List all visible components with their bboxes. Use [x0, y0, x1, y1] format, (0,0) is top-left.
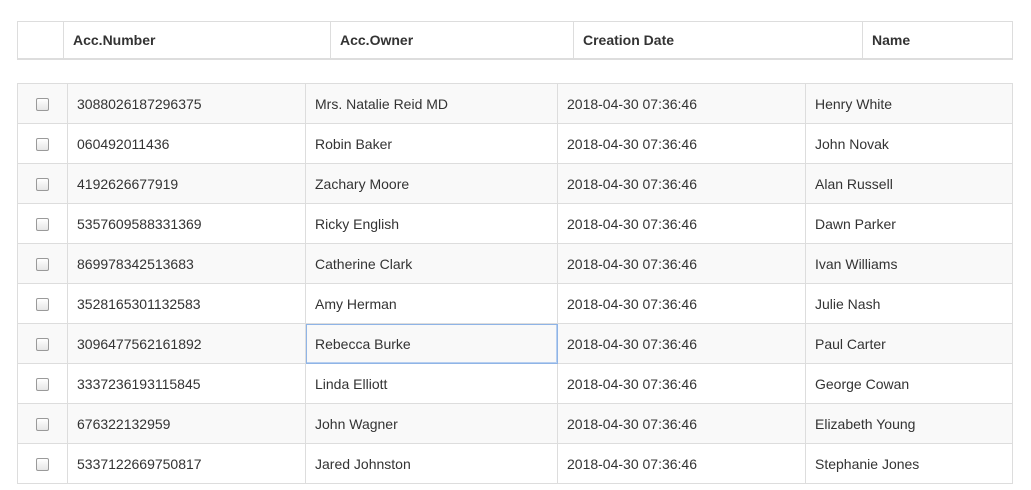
column-header-acc-number[interactable]: Acc.Number [63, 21, 331, 60]
cell-creation-date[interactable]: 2018-04-30 07:36:46 [557, 443, 806, 484]
row-checkbox[interactable] [36, 458, 49, 472]
table-row[interactable]: 3528165301132583 Amy Herman 2018-04-30 07:… [17, 283, 1013, 324]
cell-acc-number[interactable]: 5337122669750817 [67, 443, 306, 484]
cell-creation-date[interactable]: 2018-04-30 07:36:46 [557, 323, 806, 364]
header-row: Acc.Number Acc.Owner Creation Date Name [17, 21, 1013, 60]
table-row[interactable]: 676322132959 John Wagner 2018-04-30 07:36:… [17, 403, 1013, 444]
row-checkbox[interactable] [36, 98, 49, 112]
cell-acc-number[interactable]: 3528165301132583 [67, 283, 306, 324]
cell-acc-number[interactable]: 5357609588331369 [67, 203, 306, 244]
cell-acc-number[interactable]: 3096477562161892 [67, 323, 306, 364]
cell-name[interactable]: Julie Nash [805, 283, 1013, 324]
cell-name[interactable]: Elizabeth Young [805, 403, 1013, 444]
cell-acc-number[interactable]: 676322132959 [67, 403, 306, 444]
cell-creation-date[interactable]: 2018-04-30 07:36:46 [557, 203, 806, 244]
table-row[interactable]: 060492011436 Robin Baker 2018-04-30 07:36:… [17, 123, 1013, 164]
cell-acc-owner[interactable]: Rebecca Burke [305, 323, 558, 364]
header-checkbox-column [17, 21, 64, 60]
row-checkbox-cell [17, 243, 68, 284]
table-row[interactable]: 869978342513683 Catherine Clark 2018-04-30… [17, 243, 1013, 284]
cell-name[interactable]: John Novak [805, 123, 1013, 164]
cell-creation-date[interactable]: 2018-04-30 07:36:46 [557, 403, 806, 444]
cell-acc-owner[interactable]: Robin Baker [305, 123, 558, 164]
row-checkbox[interactable] [36, 218, 49, 232]
row-checkbox[interactable] [36, 138, 49, 152]
row-checkbox[interactable] [36, 258, 49, 272]
cell-acc-owner[interactable]: John Wagner [305, 403, 558, 444]
grid-header: Acc.Number Acc.Owner Creation Date Name [17, 21, 1013, 60]
cell-name[interactable]: Paul Carter [805, 323, 1013, 364]
cell-creation-date[interactable]: 2018-04-30 07:36:46 [557, 283, 806, 324]
row-checkbox-cell [17, 323, 68, 364]
cell-name[interactable]: George Cowan [805, 363, 1013, 404]
row-checkbox-cell [17, 163, 68, 204]
row-checkbox-cell [17, 203, 68, 244]
cell-creation-date[interactable]: 2018-04-30 07:36:46 [557, 243, 806, 284]
cell-creation-date[interactable]: 2018-04-30 07:36:46 [557, 83, 806, 124]
row-checkbox-cell [17, 123, 68, 164]
table-row[interactable]: 3088026187296375 Mrs. Natalie Reid MD 2018… [17, 83, 1013, 124]
table-row[interactable]: 3096477562161892 Rebecca Burke 2018-04-30 … [17, 323, 1013, 364]
table-row[interactable]: 5337122669750817 Jared Johnston 2018-04-30… [17, 443, 1013, 484]
row-checkbox[interactable] [36, 298, 49, 312]
row-checkbox[interactable] [36, 338, 49, 352]
cell-acc-owner[interactable]: Jared Johnston [305, 443, 558, 484]
cell-acc-number[interactable]: 3088026187296375 [67, 83, 306, 124]
cell-acc-owner[interactable]: Catherine Clark [305, 243, 558, 284]
row-checkbox-cell [17, 283, 68, 324]
cell-acc-owner[interactable]: Ricky English [305, 203, 558, 244]
cell-creation-date[interactable]: 2018-04-30 07:36:46 [557, 123, 806, 164]
cell-acc-owner[interactable]: Linda Elliott [305, 363, 558, 404]
cell-acc-number[interactable]: 869978342513683 [67, 243, 306, 284]
column-header-acc-owner[interactable]: Acc.Owner [330, 21, 574, 60]
cell-name[interactable]: Ivan Williams [805, 243, 1013, 284]
cell-acc-owner[interactable]: Mrs. Natalie Reid MD [305, 83, 558, 124]
cell-acc-number[interactable]: 4192626677919 [67, 163, 306, 204]
cell-name[interactable]: Stephanie Jones [805, 443, 1013, 484]
row-checkbox-cell [17, 403, 68, 444]
cell-creation-date[interactable]: 2018-04-30 07:36:46 [557, 363, 806, 404]
cell-creation-date[interactable]: 2018-04-30 07:36:46 [557, 163, 806, 204]
cell-acc-number[interactable]: 3337236193115845 [67, 363, 306, 404]
cell-acc-number[interactable]: 060492011436 [67, 123, 306, 164]
table-row[interactable]: 4192626677919 Zachary Moore 2018-04-30 07:… [17, 163, 1013, 204]
row-checkbox-cell [17, 443, 68, 484]
row-checkbox-cell [17, 83, 68, 124]
table-row[interactable]: 5357609588331369 Ricky English 2018-04-30 … [17, 203, 1013, 244]
table-row[interactable]: 3337236193115845 Linda Elliott 2018-04-30 … [17, 363, 1013, 404]
row-checkbox-cell [17, 363, 68, 404]
column-header-creation-date[interactable]: Creation Date [573, 21, 863, 60]
grid-body: 3088026187296375 Mrs. Natalie Reid MD 2018… [17, 83, 1013, 484]
cell-name[interactable]: Alan Russell [805, 163, 1013, 204]
column-header-name[interactable]: Name [862, 21, 1013, 60]
cell-name[interactable]: Henry White [805, 83, 1013, 124]
cell-acc-owner[interactable]: Zachary Moore [305, 163, 558, 204]
cell-name[interactable]: Dawn Parker [805, 203, 1013, 244]
cell-acc-owner[interactable]: Amy Herman [305, 283, 558, 324]
row-checkbox[interactable] [36, 418, 49, 432]
row-checkbox[interactable] [36, 378, 49, 392]
row-checkbox[interactable] [36, 178, 49, 192]
